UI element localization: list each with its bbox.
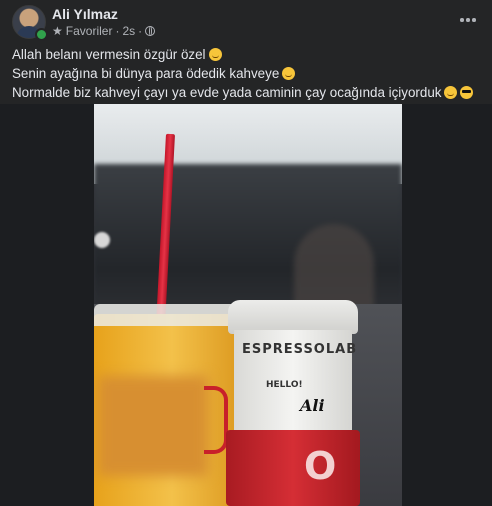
online-status-dot (35, 28, 48, 41)
sleeve-logo: O (304, 444, 337, 488)
sunglasses-emoji-icon (460, 86, 474, 99)
dot-icon (472, 18, 476, 22)
dot-icon (466, 18, 470, 22)
dot-icon (460, 18, 464, 22)
cup-brand-text: ESPRESSOLAB (242, 342, 358, 357)
photo-container[interactable]: ESPRESSOLAB HELLO! Ali O (0, 104, 492, 506)
juice-cup-lid (94, 304, 250, 326)
meta-separator-2: · (138, 24, 143, 38)
juice-cup-logo (204, 386, 228, 454)
audience-label[interactable]: Favoriler (66, 24, 113, 38)
cup-name-text: Ali (300, 396, 325, 415)
post-line-1-text: Allah belanı vermesin özgür özel (12, 47, 206, 62)
cup-greeting-text: HELLO! (266, 380, 303, 390)
post-time[interactable]: 2s (122, 24, 135, 38)
post-header: Ali Yılmaz ★ Favoriler · 2s · (0, 0, 492, 44)
meta-separator: · (115, 24, 120, 38)
post-line-3-text: Normalde biz kahveyi çayı ya evde yada c… (12, 85, 442, 100)
smile-emoji-icon (444, 86, 458, 99)
post-line-2-text: Senin ayağına bi dünya para ödedik kahve… (12, 66, 280, 81)
author-name[interactable]: Ali Yılmaz (52, 6, 118, 22)
coffee-cup-lid (228, 300, 358, 334)
globe-icon (145, 26, 156, 36)
photo-light (94, 232, 110, 248)
post-line-3: Normalde biz kahveyi çayı ya evde yada c… (12, 83, 482, 102)
post-line-1: Allah belanı vermesin özgür özel (12, 45, 482, 64)
post-photo[interactable]: ESPRESSOLAB HELLO! Ali O (94, 104, 402, 506)
post-text: Allah belanı vermesin özgür özel Senin a… (12, 45, 482, 102)
smile-emoji-icon (208, 48, 222, 61)
facebook-post: Ali Yılmaz ★ Favoriler · 2s · Allah bela… (0, 0, 492, 506)
laughing-emoji-icon (282, 67, 296, 80)
blurred-area (98, 376, 208, 476)
coffee-cup-sleeve (226, 430, 360, 506)
coffee-cup: ESPRESSOLAB HELLO! Ali O (226, 300, 360, 506)
star-icon: ★ (52, 24, 63, 38)
post-line-2: Senin ayağına bi dünya para ödedik kahve… (12, 64, 482, 83)
post-meta: ★ Favoriler · 2s · (52, 24, 156, 38)
more-options-button[interactable] (458, 10, 478, 30)
